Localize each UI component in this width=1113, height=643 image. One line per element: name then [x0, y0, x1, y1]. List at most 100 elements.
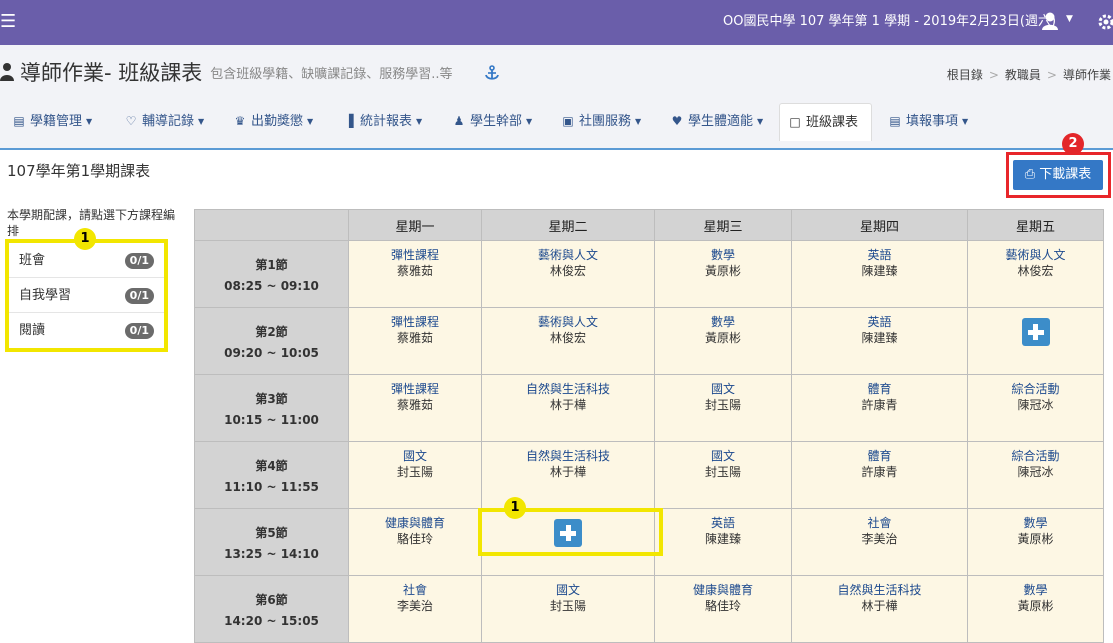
class-cell[interactable]: 數學 黃原彬	[967, 508, 1104, 576]
schedule-row: 第6節 14:20 ~ 15:05 社會 李美治 國文 封玉陽 健康與體育 駱佳玲 自然與生活科…	[194, 575, 1104, 643]
class-cell[interactable]	[481, 508, 655, 576]
subject-name: 國文	[710, 449, 735, 463]
page-subtitle: 包含班級學籍、缺曠課記錄、服務學習..等	[210, 66, 453, 82]
class-cell[interactable]: 國文 封玉陽	[654, 374, 792, 442]
class-cell[interactable]: 自然與生活科技 林于樺	[791, 575, 968, 643]
class-cell[interactable]: 藝術與人文 林俊宏	[481, 240, 655, 308]
breadcrumb-item[interactable]: 導師作業	[1063, 68, 1111, 82]
class-cell[interactable]: 彈性課程 蔡雅茹	[348, 240, 482, 308]
elective-item[interactable]: 閱讀 0/1	[9, 313, 164, 348]
period-name: 第5節	[255, 525, 288, 540]
class-cell[interactable]: 國文 封玉陽	[481, 575, 655, 643]
schedule-row: 第1節 08:25 ~ 09:10 彈性課程 蔡雅茹 藝術與人文 林俊宏 數學 黃原彬 英語 陳建…	[194, 240, 1104, 308]
class-cell[interactable]: 數學 黃原彬	[654, 240, 792, 308]
download-schedule-button[interactable]: ⎙ 下載課表	[1013, 160, 1103, 190]
schedule-header-row: 星期一 星期二 星期三 星期四 星期五	[194, 209, 1104, 241]
subject-name: 自然與生活科技	[525, 449, 610, 463]
breadcrumb-item[interactable]: 教職員	[1005, 68, 1041, 82]
teacher-name: 陳建臻	[861, 331, 898, 345]
heart-icon: ♡	[125, 114, 137, 128]
class-cell[interactable]: 體育 許康青	[791, 441, 968, 509]
class-cell[interactable]: 體育 許康青	[791, 374, 968, 442]
class-cell[interactable]: 英語 陳建臻	[654, 508, 792, 576]
tab-club-service[interactable]: ▣ 社團服務 ▼	[553, 103, 649, 141]
class-cell[interactable]: 數學 黃原彬	[654, 307, 792, 375]
class-cell[interactable]: 綜合活動 陳冠冰	[967, 441, 1104, 509]
class-cell[interactable]: 國文 封玉陽	[348, 441, 482, 509]
user-icon[interactable]	[1042, 11, 1058, 31]
class-cell[interactable]: 社會 李美治	[348, 575, 482, 643]
tab-attendance[interactable]: ♛ 出勤獎懲 ▼	[225, 103, 321, 141]
breadcrumb-item[interactable]: 根目錄	[947, 68, 983, 82]
subject-name: 健康與體育	[692, 583, 753, 597]
add-course-button[interactable]	[1021, 318, 1050, 346]
class-cell[interactable]: 健康與體育 駱佳玲	[348, 508, 482, 576]
period-cell: 第1節 08:25 ~ 09:10	[194, 240, 349, 308]
corner-cell	[194, 209, 349, 241]
class-cell[interactable]: 英語 陳建臻	[791, 307, 968, 375]
teacher-name: 封玉陽	[704, 465, 741, 479]
class-cell[interactable]: 英語 陳建臻	[791, 240, 968, 308]
period-cell: 第5節 13:25 ~ 14:10	[194, 508, 349, 576]
gear-icon[interactable]	[1097, 12, 1113, 32]
teacher-name: 蔡雅茹	[396, 264, 433, 278]
period-time: 11:10 ~ 11:55	[224, 479, 319, 494]
tab-class-schedule[interactable]: □ 班級課表	[779, 103, 872, 141]
period-time: 13:25 ~ 14:10	[224, 546, 319, 561]
teacher-name: 黃原彬	[1017, 599, 1054, 613]
breadcrumb: 根目錄 > 教職員 > 導師作業	[946, 68, 1111, 82]
subject-name: 體育	[867, 449, 892, 463]
count-badge: 0/1	[124, 253, 154, 269]
tab-fitness[interactable]: ♥ 學生體適能 ▼	[662, 103, 771, 141]
subject-name: 體育	[867, 382, 892, 396]
class-cell[interactable]: 健康與體育 駱佳玲	[654, 575, 792, 643]
teacher-name: 陳建臻	[861, 264, 898, 278]
tab-student-records[interactable]: ▤ 學籍管理 ▼	[4, 103, 100, 141]
tab-student-cadres[interactable]: ♟ 學生幹部 ▼	[444, 103, 540, 141]
person-icon: ♟	[453, 114, 465, 128]
page-header: 導師作業- 班級課表 包含班級學籍、缺曠課記錄、服務學習..等 根目錄 > 教職員 > 導…	[0, 45, 1113, 150]
hamburger-icon[interactable]: ☰	[0, 12, 16, 32]
count-badge: 0/1	[124, 288, 154, 304]
subject-name: 彈性課程	[390, 382, 439, 396]
subject-name: 國文	[402, 449, 427, 463]
subject-name: 英語	[710, 516, 735, 530]
tab-forms[interactable]: ▤ 填報事項 ▼	[880, 103, 976, 141]
add-course-button[interactable]	[554, 519, 582, 547]
page-title: 導師作業- 班級課表	[20, 61, 203, 85]
day-header: 星期三	[654, 209, 792, 241]
user-menu-caret-icon[interactable]: ▼	[1066, 14, 1073, 24]
subject-name: 彈性課程	[390, 248, 439, 262]
tab-bar: ▤ 學籍管理 ▼ ♡ 輔導記錄 ▼ ♛ 出勤獎懲 ▼ ▐ 統計報表 ▼ ♟ 學生幹部 ▼ ▣ 社團服務…	[0, 103, 1113, 141]
period-time: 09:20 ~ 10:05	[224, 345, 319, 360]
tab-counseling[interactable]: ♡ 輔導記錄 ▼	[116, 103, 212, 141]
teacher-name: 黃原彬	[1017, 532, 1054, 546]
class-cell[interactable]	[967, 307, 1104, 375]
elective-item[interactable]: 自我學習 0/1	[9, 278, 164, 313]
class-cell[interactable]: 社會 李美治	[791, 508, 968, 576]
teacher-name: 李美治	[396, 599, 433, 613]
anchor-icon[interactable]	[485, 65, 499, 81]
subject-name: 社會	[867, 516, 892, 530]
class-cell[interactable]: 藝術與人文 林俊宏	[481, 307, 655, 375]
period-cell: 第3節 10:15 ~ 11:00	[194, 374, 349, 442]
day-header: 星期一	[348, 209, 482, 241]
callout-badge-2: 2	[1062, 133, 1084, 155]
schedule-row: 第2節 09:20 ~ 10:05 彈性課程 蔡雅茹 藝術與人文 林俊宏 數學 黃原彬 英語 陳建…	[194, 307, 1104, 375]
subject-name: 藝術與人文	[1005, 248, 1066, 262]
class-cell[interactable]: 自然與生活科技 林于樺	[481, 374, 655, 442]
bar-chart-icon: ▐	[344, 114, 354, 128]
subject-name: 數學	[1023, 583, 1048, 597]
class-cell[interactable]: 國文 封玉陽	[654, 441, 792, 509]
class-cell[interactable]: 綜合活動 陳冠冰	[967, 374, 1104, 442]
class-cell[interactable]: 藝術與人文 林俊宏	[967, 240, 1104, 308]
subject-name: 數學	[710, 315, 735, 329]
tab-reports[interactable]: ▐ 統計報表 ▼	[334, 103, 430, 141]
teacher-name: 封玉陽	[396, 465, 433, 479]
subject-name: 藝術與人文	[537, 248, 598, 262]
class-cell[interactable]: 彈性課程 蔡雅茹	[348, 374, 482, 442]
class-cell[interactable]: 數學 黃原彬	[967, 575, 1104, 643]
class-cell[interactable]: 彈性課程 蔡雅茹	[348, 307, 482, 375]
schedule-row: 第3節 10:15 ~ 11:00 彈性課程 蔡雅茹 自然與生活科技 林于樺 國文 封玉陽 體育…	[194, 374, 1104, 442]
period-name: 第1節	[255, 257, 288, 272]
